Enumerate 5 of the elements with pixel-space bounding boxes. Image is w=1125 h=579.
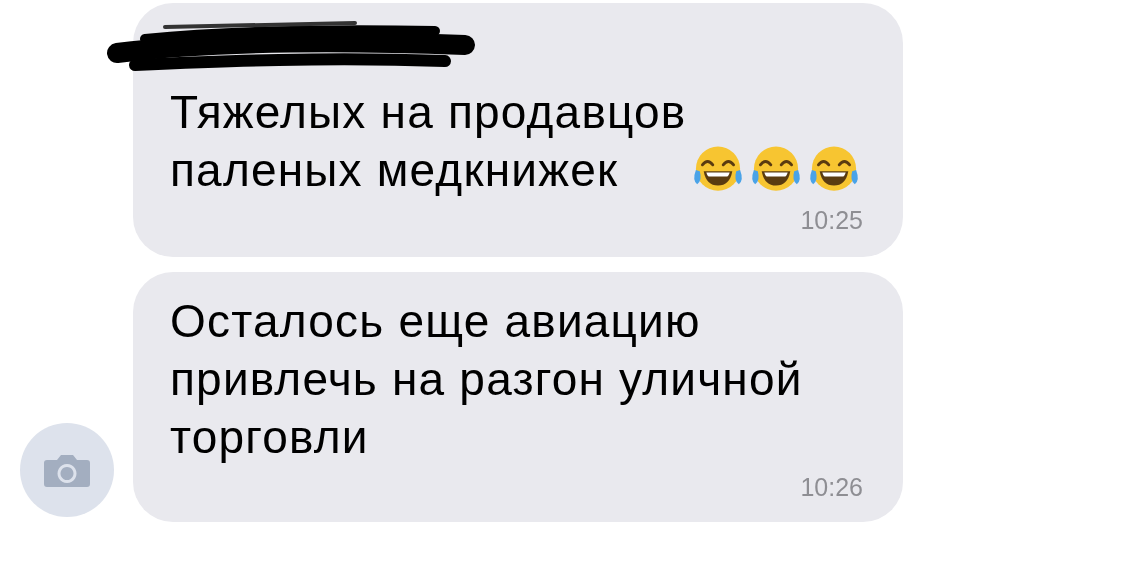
message-text: Осталось еще авиацию привлечь на разгон уличной торговли (170, 294, 803, 465)
message-time: 10:26 (800, 472, 863, 502)
message-text: Тяжелых на продавцов паленых медкнижек (170, 85, 687, 198)
camera-icon (43, 452, 91, 488)
message-time: 10:25 (800, 205, 863, 235)
